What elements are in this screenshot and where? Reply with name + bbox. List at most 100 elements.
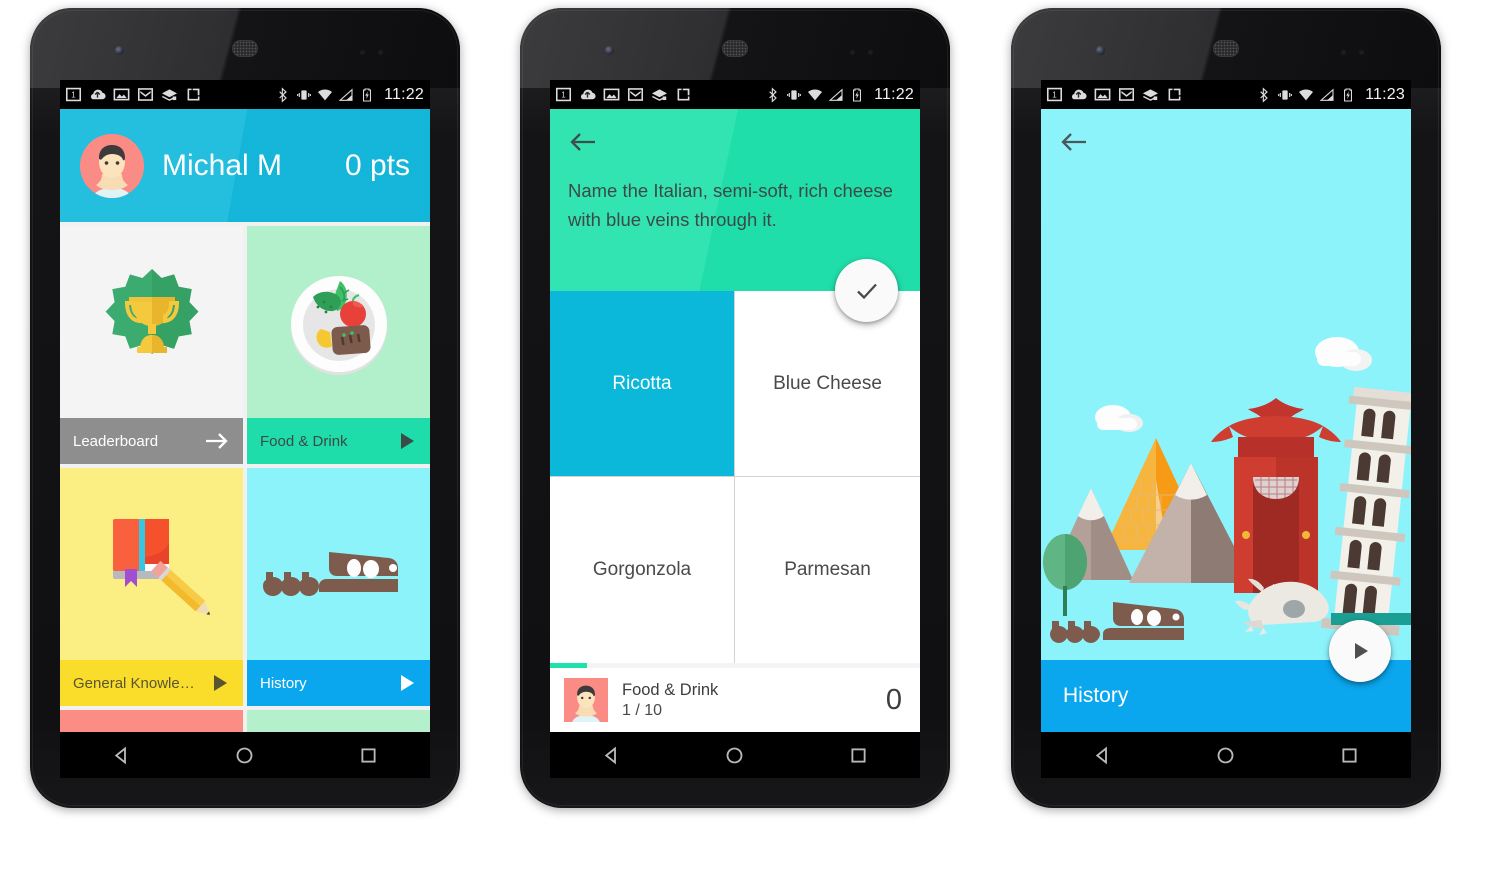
answer-option-0[interactable]: Ricotta (550, 291, 735, 477)
front-camera-icon (605, 46, 614, 55)
status-bar-system-icons: 11:22 (275, 86, 424, 104)
cellular-signal-icon (828, 87, 843, 101)
category-grid: Leaderboard Food & Drink General Knowled… (60, 222, 430, 706)
tile-leaderboard[interactable]: Leaderboard (60, 226, 243, 464)
proximity-sensor-icon (360, 50, 365, 55)
front-camera-icon (115, 46, 124, 55)
answer-option-3[interactable]: Parmesan (735, 477, 920, 663)
status-bar-system-icons: 11:22 (765, 86, 914, 104)
nav-home-button[interactable] (720, 740, 750, 770)
screen-record-icon (187, 88, 200, 101)
phone-3-screen: 1 11:23 History (1041, 80, 1411, 732)
quiz-progress-fill (550, 663, 587, 668)
gmail-icon (627, 88, 644, 101)
status-bar-clock: 11:22 (384, 85, 424, 103)
play-icon[interactable] (211, 673, 230, 693)
category-detail-screen: History (1041, 109, 1411, 732)
phone-1-screen: 1 11:22 Michal M 0 pts Leaderboard Food … (60, 80, 430, 732)
phone-device-2: 1 11:22 Name the Italian, semi-soft, ric… (520, 8, 950, 808)
status-bar-1: 1 11:22 (60, 80, 430, 109)
phone-bezel-top (30, 8, 460, 88)
tile-label-general-knowledge: General Knowledge (73, 674, 203, 692)
svg-text:1: 1 (561, 91, 566, 100)
light-sensor-icon (1359, 50, 1364, 55)
answer-label: Ricotta (612, 372, 672, 394)
nav-back-button[interactable] (597, 740, 627, 770)
dinosaur-skeleton-icon (262, 552, 398, 596)
tile-food-drink[interactable]: Food & Drink (247, 226, 430, 464)
user-header[interactable]: Michal M 0 pts (60, 109, 430, 222)
cloud-upload-icon (1072, 89, 1087, 100)
nav-recents-button[interactable] (1334, 740, 1364, 770)
sim-card-icon: 1 (1046, 87, 1063, 102)
gmail-icon (1118, 88, 1135, 101)
detail-header (1041, 109, 1411, 159)
arrow-left-icon[interactable] (568, 125, 602, 159)
tile-label-history: History (260, 674, 307, 692)
phone-bezel-top (1011, 8, 1441, 88)
answer-label: Parmesan (784, 559, 871, 580)
user-name: Michal M (162, 148, 283, 182)
tile-general-knowledge[interactable]: General Knowledge (60, 468, 243, 706)
tile-footer-history: History (247, 660, 430, 706)
wifi-icon (808, 88, 823, 100)
question-text: Name the Italian, semi-soft, rich cheese… (568, 180, 893, 230)
status-bar-notifications: 1 (64, 85, 203, 104)
avatar (564, 678, 608, 722)
nav-recents-button[interactable] (843, 740, 873, 770)
answer-label: Gorgonzola (592, 559, 692, 580)
nav-back-button[interactable] (1088, 740, 1118, 770)
start-quiz-fab[interactable] (1329, 620, 1391, 682)
cellular-signal-icon (338, 87, 353, 101)
tile-footer-general-knowledge: General Knowledge (60, 660, 243, 706)
tile-art-food-drink (247, 226, 430, 418)
sim-card-icon: 1 (65, 87, 82, 102)
check-icon (856, 283, 877, 299)
arrow-right-icon[interactable] (204, 431, 230, 451)
avatar (80, 133, 144, 198)
play-icon[interactable] (398, 431, 417, 451)
nav-home-button[interactable] (1211, 740, 1241, 770)
confirm-answer-fab[interactable] (835, 259, 898, 322)
cloud-icon (1315, 337, 1372, 371)
play-icon (1355, 643, 1368, 659)
light-sensor-icon (868, 50, 873, 55)
tile-label-leaderboard: Leaderboard (73, 432, 159, 450)
front-camera-icon (1096, 46, 1105, 55)
svg-text:1: 1 (71, 91, 76, 100)
status-bar-3: 1 11:23 (1041, 80, 1411, 109)
phone-bezel-top (520, 8, 950, 88)
tile-partial-left[interactable] (60, 710, 243, 732)
answer-label: Blue Cheese (773, 372, 882, 394)
nav-bar-2 (550, 732, 920, 778)
tile-art-history (247, 468, 430, 660)
arrow-left-icon[interactable] (1059, 125, 1093, 159)
tile-footer-leaderboard: Leaderboard (60, 418, 243, 464)
phone-2-screen: 1 11:22 Name the Italian, semi-soft, ric… (550, 80, 920, 732)
wifi-transfer-icon (651, 89, 668, 101)
proximity-sensor-icon (850, 50, 855, 55)
nav-home-button[interactable] (230, 740, 260, 770)
quiz-counter: 1 / 10 (622, 701, 663, 719)
detail-footer: History (1041, 620, 1411, 732)
answer-option-1[interactable]: Blue Cheese (735, 291, 920, 477)
nav-recents-button[interactable] (353, 740, 383, 770)
tile-footer-food-drink: Food & Drink (247, 418, 430, 464)
score-bar: Food & Drink 1 / 10 0 (550, 668, 920, 732)
tile-history[interactable]: History (247, 468, 430, 706)
tile-label-food-drink: Food & Drink (260, 432, 348, 450)
screen-record-icon (677, 88, 690, 101)
status-bar-system-icons: 11:23 (1256, 86, 1405, 104)
status-bar-notifications: 1 (1045, 85, 1184, 104)
history-landmarks-illustration (1041, 159, 1411, 660)
play-icon[interactable] (398, 673, 417, 693)
battery-charging-icon (1344, 87, 1353, 102)
score-bar-meta: Food & Drink 1 / 10 (622, 681, 718, 720)
cloud-icon (1095, 405, 1143, 432)
earpiece-speaker-icon (232, 40, 258, 57)
tile-partial-right[interactable] (247, 710, 430, 732)
wifi-transfer-icon (161, 89, 178, 101)
leaning-tower-of-pisa (1320, 386, 1411, 636)
nav-back-button[interactable] (107, 740, 137, 770)
answer-option-2[interactable]: Gorgonzola (550, 477, 735, 663)
